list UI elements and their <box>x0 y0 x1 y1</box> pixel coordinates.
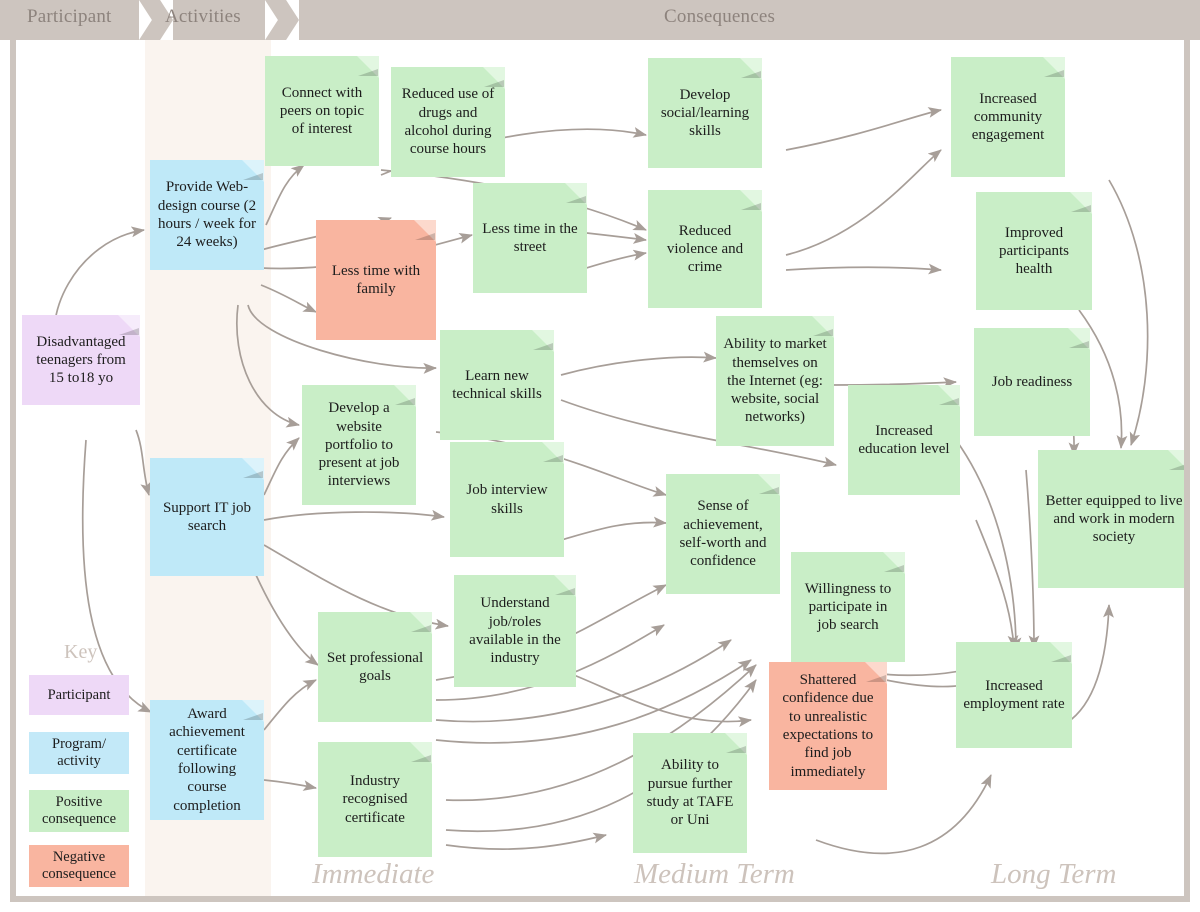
note-fold-icon <box>542 442 564 464</box>
node-set-professional-goals[interactable]: Set professional goals <box>318 612 432 722</box>
chevron-separator-2 <box>265 0 299 40</box>
node-label: Job readiness <box>991 373 1073 390</box>
node-label: Improved participants health <box>999 224 1069 278</box>
logic-model-diagram: Participant Activities Consequences Disa… <box>0 0 1200 912</box>
node-label: Connect with peers on topic of interest <box>279 84 365 138</box>
node-label: Understand job/roles available in the in… <box>469 595 561 667</box>
node-label: Sense of achievement, self-worth and con… <box>679 498 767 570</box>
note-fold-icon <box>414 220 436 242</box>
node-shattered-confidence[interactable]: Shattered confidence due to unrealistic … <box>769 662 887 790</box>
node-label: Better equipped to live and work in mode… <box>1045 492 1183 546</box>
note-fold-icon <box>242 458 264 480</box>
node-label: Shattered confidence due to unrealistic … <box>782 672 874 780</box>
node-job-readiness[interactable]: Job readiness <box>974 328 1090 436</box>
node-willingness-job-search[interactable]: Willingness to participate in job search <box>791 552 905 662</box>
node-increased-education[interactable]: Increased education level <box>848 385 960 495</box>
phase-header-band: Participant Activities Consequences <box>0 0 1200 40</box>
node-less-time-family[interactable]: Less time with family <box>316 220 436 340</box>
node-understand-job-roles[interactable]: Understand job/roles available in the in… <box>454 575 576 687</box>
node-employment-rate[interactable]: Increased employment rate <box>956 642 1072 748</box>
node-label: Disadvantaged teenagers from 15 to18 yo <box>36 333 126 387</box>
node-label: Increased employment rate <box>963 677 1065 712</box>
note-fold-icon <box>1043 57 1065 79</box>
node-award-certificate[interactable]: Award achievement certificate following … <box>150 700 264 820</box>
diagram-canvas: Disadvantaged teenagers from 15 to18 yo … <box>10 40 1190 902</box>
node-label: Reduced violence and crime <box>666 222 744 276</box>
node-label: Learn new technical skills <box>452 367 542 402</box>
key-item-program-activity: Program/ activity <box>29 732 129 774</box>
key-item-label: Program/ activity <box>52 736 106 769</box>
node-label: Reduced use of drugs and alcohol during … <box>401 86 495 158</box>
band-label-participant: Participant <box>27 6 112 27</box>
note-fold-icon <box>357 56 379 78</box>
key-item-participant: Participant <box>29 675 129 715</box>
node-market-themselves[interactable]: Ability to market themselves on the Inte… <box>716 316 834 446</box>
note-fold-icon <box>740 58 762 80</box>
note-fold-icon <box>410 742 432 764</box>
note-fold-icon <box>740 190 762 212</box>
node-label: Award achievement certificate following … <box>169 706 245 814</box>
phase-label-long-term: Long Term <box>991 858 1117 890</box>
node-label: Develop a website portfolio to present a… <box>318 400 400 490</box>
node-learn-technical-skills[interactable]: Learn new technical skills <box>440 330 554 440</box>
node-label: Set professional goals <box>326 649 424 684</box>
node-web-design-course[interactable]: Provide Web-design course (2 hours / wee… <box>150 160 264 270</box>
node-website-portfolio[interactable]: Develop a website portfolio to present a… <box>302 385 416 505</box>
node-label: Increased education level <box>858 422 950 457</box>
node-label: Less time in the street <box>482 220 578 255</box>
phase-label-immediate: Immediate <box>312 858 435 890</box>
node-label: Less time with family <box>331 262 421 297</box>
note-fold-icon <box>1068 328 1090 350</box>
key-item-positive-consequence: Positive consequence <box>29 790 129 832</box>
node-community-engagement[interactable]: Increased community engagement <box>951 57 1065 177</box>
node-improved-health[interactable]: Improved participants health <box>976 192 1092 310</box>
key-title: Key <box>64 641 98 663</box>
phase-label-medium-term: Medium Term <box>634 858 795 890</box>
node-industry-certificate[interactable]: Industry recognised certificate <box>318 742 432 857</box>
node-support-it-job-search[interactable]: Support IT job search <box>150 458 264 576</box>
node-label: Develop social/learning skills <box>660 86 750 140</box>
node-reduced-violence[interactable]: Reduced violence and crime <box>648 190 762 308</box>
note-fold-icon <box>565 183 587 205</box>
node-reduced-drug-use[interactable]: Reduced use of drugs and alcohol during … <box>391 67 505 177</box>
node-label: Ability to pursue further study at TAFE … <box>646 757 734 829</box>
node-label: Ability to market themselves on the Inte… <box>723 336 827 426</box>
node-develop-social-skills[interactable]: Develop social/learning skills <box>648 58 762 168</box>
node-job-interview-skills[interactable]: Job interview skills <box>450 442 564 557</box>
node-label: Job interview skills <box>466 482 548 517</box>
note-fold-icon <box>883 552 905 574</box>
note-fold-icon <box>1070 192 1092 214</box>
node-label: Industry recognised certificate <box>342 773 408 826</box>
node-label: Support IT job search <box>162 499 252 534</box>
note-fold-icon <box>1050 642 1072 664</box>
node-connect-with-peers[interactable]: Connect with peers on topic of interest <box>265 56 379 166</box>
note-fold-icon <box>938 385 960 407</box>
note-fold-icon <box>410 612 432 634</box>
node-label: Provide Web-design course (2 hours / wee… <box>157 179 257 251</box>
node-label: Willingness to participate in job search <box>804 580 892 634</box>
node-participant[interactable]: Disadvantaged teenagers from 15 to18 yo <box>22 315 140 405</box>
key-item-label: Positive consequence <box>41 794 117 827</box>
band-label-consequences: Consequences <box>664 6 776 27</box>
node-sense-of-achievement[interactable]: Sense of achievement, self-worth and con… <box>666 474 780 594</box>
node-label: Increased community engagement <box>971 90 1045 144</box>
node-less-time-street[interactable]: Less time in the street <box>473 183 587 293</box>
note-fold-icon <box>725 733 747 755</box>
node-further-study[interactable]: Ability to pursue further study at TAFE … <box>633 733 747 853</box>
key-item-label: Participant <box>47 686 111 703</box>
note-fold-icon <box>758 474 780 496</box>
key-item-label: Negative consequence <box>41 849 117 882</box>
key-item-negative-consequence: Negative consequence <box>29 845 129 887</box>
node-better-equipped[interactable]: Better equipped to live and work in mode… <box>1038 450 1184 588</box>
note-fold-icon <box>1168 450 1184 472</box>
band-label-activities: Activities <box>165 6 241 27</box>
note-fold-icon <box>532 330 554 352</box>
